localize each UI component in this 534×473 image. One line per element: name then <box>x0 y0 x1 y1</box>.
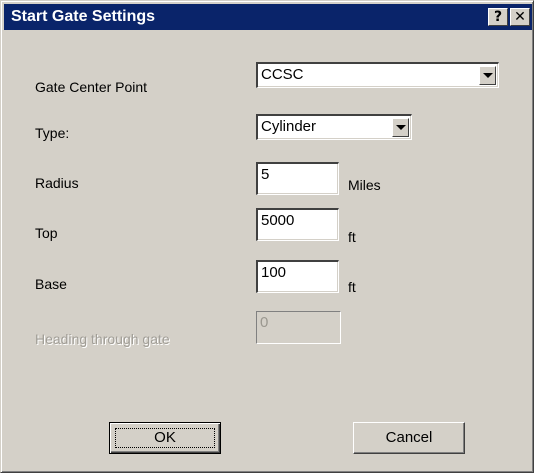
ok-button[interactable]: OK <box>109 422 221 454</box>
base-unit: ft <box>348 279 356 295</box>
title-bar[interactable]: Start Gate Settings ? ✕ <box>4 4 532 30</box>
top-label: Top <box>35 225 58 241</box>
heading-through-gate-label: Heading through gate <box>35 331 170 347</box>
type-value: Cylinder <box>261 118 317 135</box>
type-dropdown-button[interactable] <box>392 118 409 137</box>
heading-through-gate-input: 0 <box>256 311 341 344</box>
ok-button-label: OK <box>154 429 176 446</box>
gate-center-point-label: Gate Center Point <box>35 79 148 95</box>
cancel-button[interactable]: Cancel <box>353 422 465 454</box>
gate-center-point-dropdown-button[interactable] <box>479 66 496 85</box>
dialog-title: Start Gate Settings <box>11 8 156 25</box>
close-button[interactable]: ✕ <box>510 8 530 26</box>
chevron-down-icon <box>483 73 493 78</box>
gate-center-point-combo[interactable]: CCSC <box>256 62 499 88</box>
base-label: Base <box>35 276 67 292</box>
cancel-button-label: Cancel <box>385 429 433 446</box>
radius-input[interactable]: 5 <box>256 162 339 195</box>
top-unit: ft <box>348 229 356 245</box>
gate-center-point-value: CCSC <box>261 66 304 83</box>
help-button[interactable]: ? <box>488 8 508 26</box>
radius-label: Radius <box>35 175 79 191</box>
question-mark-icon: ? <box>493 9 503 25</box>
base-input[interactable]: 100 <box>256 260 339 293</box>
start-gate-settings-dialog: Start Gate Settings ? ✕ Gate Center Poin… <box>0 0 534 473</box>
type-label: Type: <box>35 125 70 141</box>
chevron-down-icon <box>396 125 406 130</box>
top-input[interactable]: 5000 <box>256 208 339 241</box>
radius-unit: Miles <box>348 177 381 193</box>
close-icon: ✕ <box>514 9 526 25</box>
type-combo[interactable]: Cylinder <box>256 114 412 140</box>
